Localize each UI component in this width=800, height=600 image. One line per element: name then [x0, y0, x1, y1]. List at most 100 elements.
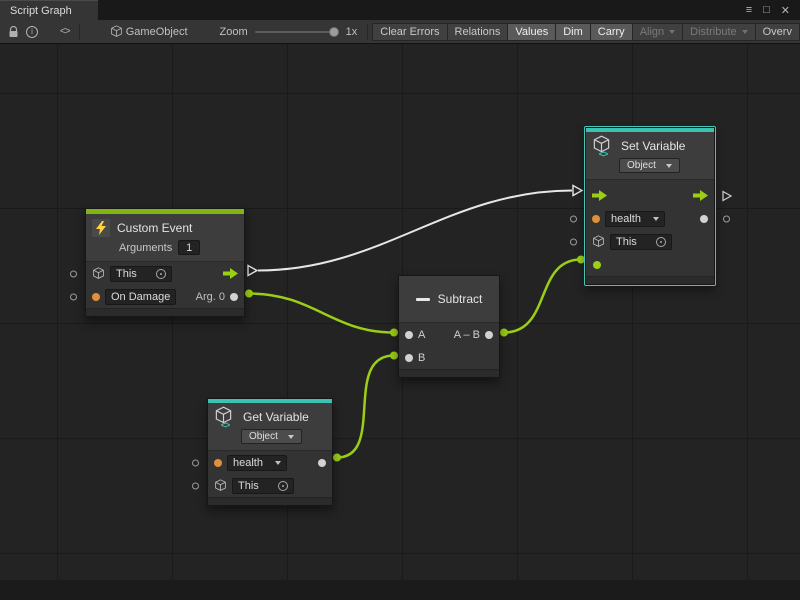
node-body: health This	[586, 179, 714, 276]
port-name-input[interactable]	[192, 459, 199, 466]
align-button[interactable]: Align	[632, 23, 683, 41]
cube-icon	[92, 267, 105, 280]
row-event-name: On Damage Arg. 0	[86, 285, 244, 308]
code-badge: <>	[221, 420, 230, 430]
event-name-field[interactable]: On Damage	[105, 289, 176, 305]
dim-button[interactable]: Dim	[555, 23, 591, 41]
scope-value: Object	[249, 431, 278, 442]
values-button[interactable]: Values	[507, 23, 556, 41]
node-title: Subtract	[438, 292, 483, 306]
subtract-icon	[416, 298, 430, 301]
window-controls: ≡ □ ✕	[746, 0, 800, 20]
object-picker-icon[interactable]	[278, 481, 288, 491]
row-target: This	[586, 230, 714, 253]
variable-scope-dropdown[interactable]: Object	[241, 429, 302, 444]
value-output-port[interactable]	[318, 459, 326, 467]
object-picker-icon[interactable]	[156, 269, 166, 279]
variable-node-icon: <>	[214, 406, 236, 428]
node-get-variable[interactable]: <> Get Variable Object health	[207, 398, 333, 506]
wire-control[interactable]	[258, 191, 572, 271]
output-label: A – B	[454, 329, 480, 341]
input-b-port[interactable]	[405, 354, 413, 362]
graph-toolbar: i <> GameObject Zoom 1x Clear Errors Rel…	[0, 20, 800, 44]
string-port-icon[interactable]	[214, 459, 222, 467]
cube-icon	[214, 479, 227, 492]
window-menu-icon[interactable]: ≡	[746, 4, 752, 16]
wire-getvar-to-subtract-b[interactable]	[337, 356, 394, 458]
arg0-label: Arg. 0	[196, 291, 225, 303]
overview-button[interactable]: Overv	[755, 23, 800, 41]
input-a-port[interactable]	[405, 331, 413, 339]
target-field[interactable]: This	[610, 234, 672, 250]
toolbar-separator	[367, 24, 368, 40]
node-header[interactable]: Subtract	[399, 276, 499, 322]
clear-errors-button[interactable]: Clear Errors	[372, 23, 447, 41]
custom-event-icon	[92, 219, 110, 237]
row-value-input	[586, 253, 714, 276]
node-footer	[399, 369, 499, 377]
object-picker-icon[interactable]	[656, 237, 666, 247]
arguments-input[interactable]: 1	[178, 240, 200, 255]
chevron-down-icon	[666, 164, 672, 168]
info-icon[interactable]: i	[23, 23, 42, 41]
zoom-value: 1x	[346, 26, 358, 38]
string-port-icon[interactable]	[592, 215, 600, 223]
control-output-port[interactable]	[693, 190, 708, 201]
wire-endpoint[interactable]	[500, 329, 508, 337]
arg0-output-port[interactable]	[230, 293, 238, 301]
value-output-marker[interactable]	[723, 215, 730, 222]
distribute-button[interactable]: Distribute	[682, 23, 755, 41]
relations-button[interactable]: Relations	[447, 23, 509, 41]
value-input-port[interactable]	[593, 261, 601, 269]
target-field[interactable]: This	[110, 266, 172, 282]
lock-icon[interactable]	[4, 23, 23, 41]
target-field[interactable]: This	[232, 478, 294, 494]
code-badge: <>	[599, 149, 608, 159]
graph-canvas[interactable]: Custom Event Arguments 1 This	[0, 44, 800, 600]
row-variable-name: health	[208, 451, 332, 474]
wire-subtract-to-setvar[interactable]	[504, 260, 581, 333]
carry-button[interactable]: Carry	[590, 23, 633, 41]
gameobject-label[interactable]: GameObject	[126, 26, 188, 38]
chevron-down-icon	[288, 435, 294, 439]
value-output-port[interactable]	[700, 215, 708, 223]
close-icon[interactable]: ✕	[781, 4, 790, 17]
target-value: This	[116, 268, 137, 280]
string-port-icon[interactable]	[92, 293, 100, 301]
node-title: Set Variable	[621, 139, 685, 153]
variable-name-value: health	[611, 213, 641, 225]
maximize-icon[interactable]: □	[763, 4, 770, 16]
node-header[interactable]: <> Set Variable Object	[586, 132, 714, 179]
port-name-input[interactable]	[70, 293, 77, 300]
wire-arg0-to-subtract-a[interactable]	[249, 294, 394, 333]
cube-icon	[592, 235, 605, 248]
port-name-input[interactable]	[570, 215, 577, 222]
port-target-input[interactable]	[192, 482, 199, 489]
variable-name-dropdown[interactable]: health	[605, 211, 665, 227]
control-output-port[interactable]	[223, 268, 238, 279]
wire-endpoint[interactable]	[333, 454, 341, 462]
wire-endpoint[interactable]	[390, 329, 398, 337]
unity-window: Script Graph ≡ □ ✕ i <> GameObject Zoom …	[0, 0, 800, 600]
wire-endpoint[interactable]	[245, 290, 253, 298]
node-set-variable[interactable]: <> Set Variable Object	[585, 127, 715, 285]
node-subtract[interactable]: Subtract A A – B B	[398, 275, 500, 378]
tab-script-graph[interactable]: Script Graph	[0, 0, 98, 20]
code-view-icon[interactable]: <>	[55, 23, 74, 41]
wire-endpoint[interactable]	[390, 352, 398, 360]
node-header[interactable]: <> Get Variable Object	[208, 403, 332, 450]
control-output-marker[interactable]	[722, 190, 732, 201]
output-port[interactable]	[485, 331, 493, 339]
wire-endpoint[interactable]	[577, 256, 585, 264]
port-target-input[interactable]	[570, 238, 577, 245]
node-header[interactable]: Custom Event Arguments 1	[86, 214, 244, 261]
zoom-slider-handle[interactable]	[329, 27, 339, 37]
variable-name-dropdown[interactable]: health	[227, 455, 287, 471]
row-b: B	[399, 346, 499, 369]
control-input-port[interactable]	[592, 190, 607, 201]
port-target-input[interactable]	[70, 270, 77, 277]
chevron-down-icon	[669, 30, 675, 34]
zoom-slider[interactable]	[255, 31, 339, 33]
node-custom-event[interactable]: Custom Event Arguments 1 This	[85, 208, 245, 317]
variable-scope-dropdown[interactable]: Object	[619, 158, 680, 173]
